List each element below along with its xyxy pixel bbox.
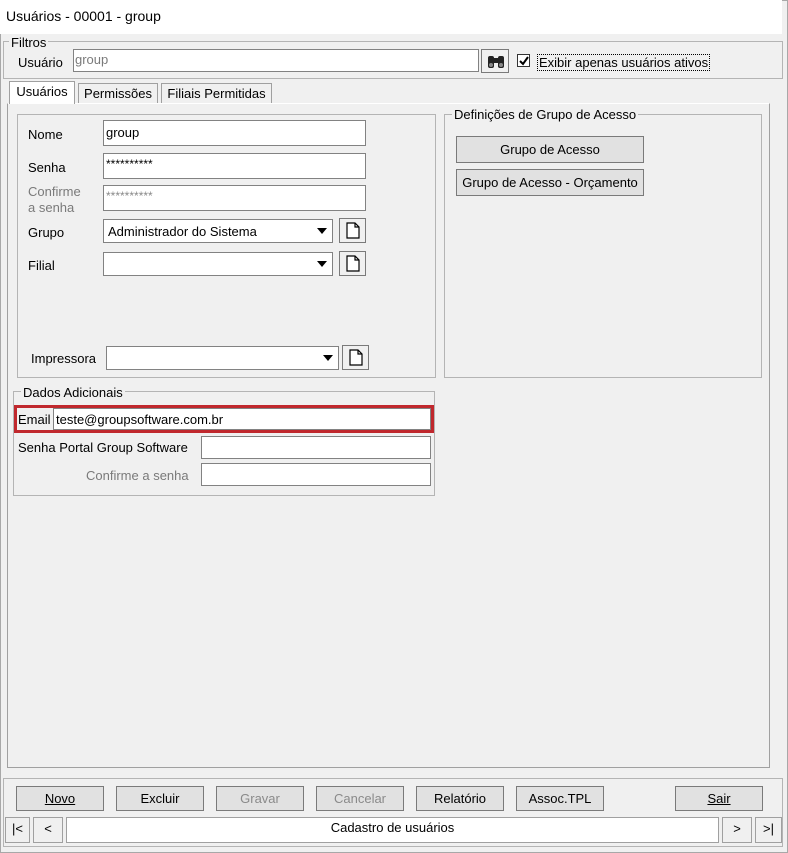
save-button[interactable]: Gravar: [216, 786, 304, 811]
portal-password-label: Senha Portal Group Software: [18, 440, 188, 455]
access-group-legend: Definições de Grupo de Acesso: [452, 107, 639, 122]
filter-user-value: group: [75, 52, 109, 67]
email-input[interactable]: teste@groupsoftware.com.br: [53, 408, 431, 430]
only-active-checkbox[interactable]: [517, 54, 530, 67]
checkmark-icon: [519, 56, 529, 66]
nav-caption-box: Cadastro de usuários: [66, 817, 719, 843]
group-select[interactable]: Administrador do Sistema: [103, 219, 333, 243]
exit-button-label: Sair: [707, 791, 731, 806]
document-icon: [346, 222, 360, 239]
group-select-value: Administrador do Sistema: [108, 224, 257, 239]
only-active-label[interactable]: Exibir apenas usuários ativos: [537, 54, 711, 71]
delete-button-label: Excluir: [140, 791, 180, 806]
assoc-tpl-button[interactable]: Assoc.TPL: [516, 786, 604, 811]
password-label: Senha: [28, 160, 66, 175]
title-bar: Usuários - 00001 - group: [0, 0, 782, 34]
assoc-tpl-button-label: Assoc.TPL: [528, 791, 592, 806]
branch-select[interactable]: [103, 252, 333, 276]
branch-select-arrow[interactable]: [313, 255, 331, 273]
report-button[interactable]: Relatório: [416, 786, 504, 811]
printer-label: Impressora: [31, 351, 97, 366]
printer-new-button[interactable]: [342, 345, 369, 370]
report-button-label: Relatório: [433, 791, 487, 806]
group-new-button[interactable]: [339, 218, 366, 243]
additional-data-legend: Dados Adicionais: [21, 385, 125, 400]
document-icon: [349, 349, 363, 366]
tab-permissoes[interactable]: Permissões: [78, 83, 158, 103]
portal-confirm-input[interactable]: [201, 463, 431, 486]
exit-button[interactable]: Sair: [675, 786, 763, 811]
new-button-label: Novo: [44, 791, 76, 806]
nav-caption: Cadastro de usuários: [330, 820, 455, 835]
chevron-down-icon: [317, 228, 327, 234]
binoculars-icon: [488, 56, 504, 68]
delete-button[interactable]: Excluir: [116, 786, 204, 811]
name-label: Nome: [28, 127, 63, 142]
confirm-password-value: **********: [106, 189, 153, 203]
name-value: group: [106, 125, 140, 140]
nav-first-button[interactable]: |<: [5, 817, 30, 843]
nav-prev-button[interactable]: <: [33, 817, 63, 843]
document-icon: [346, 255, 360, 272]
access-group-button[interactable]: Grupo de Acesso: [456, 136, 644, 163]
tab-usuarios[interactable]: Usuários: [9, 81, 75, 104]
group-select-arrow[interactable]: [313, 222, 331, 240]
save-button-label: Gravar: [240, 791, 280, 806]
printer-select[interactable]: [106, 346, 339, 370]
chevron-down-icon: [323, 355, 333, 361]
nav-last-button[interactable]: >|: [755, 817, 782, 843]
cancel-button-label: Cancelar: [333, 791, 387, 806]
access-group-budget-button[interactable]: Grupo de Acesso - Orçamento: [456, 169, 644, 196]
branch-label: Filial: [28, 258, 55, 273]
name-input[interactable]: group: [103, 120, 366, 146]
new-button[interactable]: Novo: [16, 786, 104, 811]
nav-next-button[interactable]: >: [722, 817, 752, 843]
search-button[interactable]: [481, 49, 509, 73]
confirm-label-line2: a senha: [28, 200, 75, 215]
window-title: Usuários - 00001 - group: [6, 8, 161, 24]
password-value: **********: [106, 157, 153, 171]
portal-confirm-label: Confirme a senha: [86, 468, 189, 483]
printer-select-arrow[interactable]: [319, 349, 337, 367]
filters-legend: Filtros: [9, 35, 49, 50]
password-input[interactable]: **********: [103, 153, 366, 179]
branch-new-button[interactable]: [339, 251, 366, 276]
confirm-label-line1: Confirme: [28, 184, 81, 199]
tab-filiais-permitidas[interactable]: Filiais Permitidas: [161, 83, 272, 103]
portal-password-input[interactable]: [201, 436, 431, 459]
confirm-password-input[interactable]: **********: [103, 185, 366, 211]
email-value: teste@groupsoftware.com.br: [56, 412, 224, 427]
filter-user-label: Usuário: [18, 55, 63, 70]
group-label: Grupo: [28, 225, 65, 240]
chevron-down-icon: [317, 261, 327, 267]
cancel-button[interactable]: Cancelar: [316, 786, 404, 811]
filter-user-input[interactable]: group: [73, 49, 479, 72]
email-label: Email: [18, 412, 51, 427]
